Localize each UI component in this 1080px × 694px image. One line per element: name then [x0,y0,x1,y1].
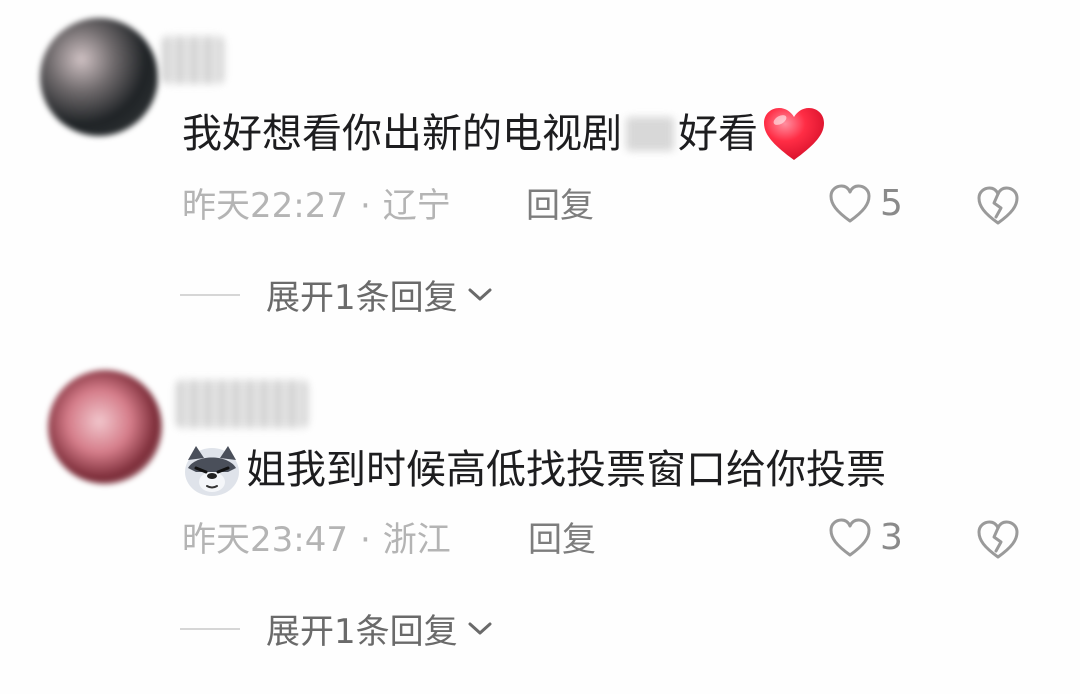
comment-location: 浙江 [382,520,451,560]
meta-separator: · [359,520,371,560]
reply-button[interactable]: 回复 [528,520,596,560]
heart-outline-icon[interactable] [826,514,874,562]
username-redacted[interactable] [176,380,308,428]
wolf-emoji [185,446,239,496]
chevron-down-icon [468,622,492,634]
expand-replies-label: 展开1条回复 [266,612,458,652]
avatar[interactable] [48,370,162,484]
comment-text-part: 好看 [678,111,758,157]
heart-outline-icon[interactable] [826,180,874,228]
broken-heart-icon[interactable] [974,182,1022,230]
expand-replies-button[interactable]: 展开1条回复 [180,270,494,319]
red-heart-emoji [764,108,824,160]
comment-item: 我好想看你出新的电视剧 好看 昨天22:27 · 辽宁 回复 5 展开1条回复 [0,0,1080,340]
expand-replies-label: 展开1条回复 [266,278,458,318]
divider-line [180,627,240,630]
comment-location: 辽宁 [382,186,451,226]
comment-time: 昨天23:47 [182,520,348,560]
avatar[interactable] [40,18,158,136]
like-count: 3 [880,517,903,558]
redacted-text [626,117,674,151]
like-count: 5 [880,183,903,224]
comment-meta: 昨天22:27 · 辽宁 [182,186,451,226]
comment-text-part: 姐我到时候高低找投票窗口给你投票 [246,447,886,493]
like-button[interactable]: 3 [826,514,903,562]
comment-item: 姐我到时候高低找投票窗口给你投票 昨天23:47 · 浙江 回复 3 展开1条回复 [0,334,1080,694]
reply-button[interactable]: 回复 [526,186,594,226]
divider-line [180,293,240,296]
username-redacted[interactable] [162,36,224,84]
chevron-down-icon [468,288,492,300]
like-button[interactable]: 5 [826,180,903,228]
comment-text: 我好想看你出新的电视剧 好看 [182,106,826,162]
comment-text: 姐我到时候高低找投票窗口给你投票 [182,442,886,498]
comment-time: 昨天22:27 [182,186,348,226]
comment-meta: 昨天23:47 · 浙江 [182,520,451,560]
comment-text-part: 我好想看你出新的电视剧 [182,111,622,157]
meta-separator: · [359,186,371,226]
broken-heart-icon[interactable] [974,516,1022,564]
expand-replies-button[interactable]: 展开1条回复 [180,604,494,653]
